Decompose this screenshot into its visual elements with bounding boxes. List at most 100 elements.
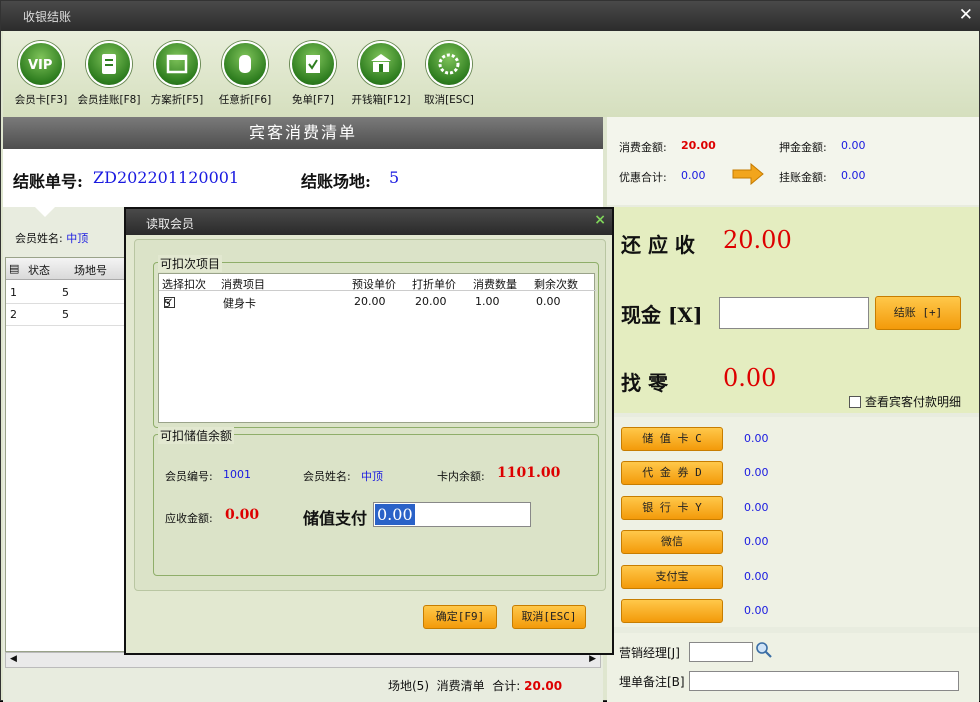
- scroll-left-icon[interactable]: ◀: [10, 654, 17, 664]
- item-name: 健身卡: [223, 297, 256, 310]
- open-cashbox-label: 开钱箱[F12]: [351, 94, 411, 106]
- deposit-label: 押金金额:: [779, 141, 827, 154]
- search-icon[interactable]: [755, 641, 773, 662]
- stored-pay-value: 0.00: [375, 504, 415, 525]
- consume-label: 消费金额:: [619, 141, 667, 154]
- grid-menu-icon[interactable]: ▤: [9, 262, 19, 275]
- cancel-label: 取消[ESC]: [424, 94, 474, 106]
- balance-label: 卡内余额:: [437, 470, 485, 483]
- read-member-dialog: 读取会员 × 可扣次项目 选择扣次 消费项目 预设单价 打折单价 消费数量 剩余…: [124, 207, 614, 655]
- cashbox-icon: [358, 41, 404, 87]
- wechat-button[interactable]: 微信: [621, 530, 723, 554]
- cancel-button[interactable]: 取消[ESC]: [413, 41, 485, 107]
- member-card-button[interactable]: VIP 会员卡[F3]: [5, 41, 77, 107]
- bill-no: ZD202201120001: [93, 168, 240, 187]
- deposit-value: 0.00: [841, 139, 866, 152]
- free-order-label: 免单[F7]: [292, 94, 334, 106]
- cash-input[interactable]: [719, 297, 869, 329]
- col-preset-price: 预设单价: [352, 278, 396, 291]
- bill-info-row: 结账单号: ZD202201120001 结账场地: 5: [3, 149, 603, 207]
- credit-value: 0.00: [841, 169, 866, 182]
- footer-total: 20.00: [524, 679, 563, 693]
- col-status: 状态: [28, 264, 50, 277]
- manager-input[interactable]: [689, 642, 753, 662]
- item-count: 5: [164, 297, 171, 310]
- item-qty: 1.00: [475, 295, 500, 308]
- balance-value: 1101.00: [497, 465, 561, 481]
- other-payment-value: 0.00: [744, 604, 769, 617]
- checkbox-box[interactable]: [849, 396, 861, 408]
- credit-label: 挂账金额:: [779, 171, 827, 184]
- account-icon: [86, 41, 132, 87]
- dialog-receivable-label: 应收金额:: [165, 512, 213, 525]
- footer-total-label: 合计:: [492, 679, 521, 693]
- receivable-label: 还 应 收: [621, 233, 695, 257]
- stored-pay-input[interactable]: 0.00: [373, 502, 531, 527]
- member-card-label: 会员卡[F3]: [14, 94, 68, 106]
- free-order-button[interactable]: 免单[F7]: [277, 41, 349, 107]
- dialog-close-icon[interactable]: ×: [594, 212, 606, 228]
- stored-card-value: 0.00: [744, 432, 769, 445]
- count-items-legend: 可扣次项目: [158, 255, 223, 272]
- cancel-icon: [426, 41, 472, 87]
- free-discount-button[interactable]: 任意折[F6]: [209, 41, 281, 107]
- venue-label: 结账场地:: [301, 172, 371, 191]
- scheme-discount-label: 方案折[F5]: [150, 94, 204, 106]
- bill-header: 宾客消费清单: [3, 117, 603, 149]
- scheme-discount-button[interactable]: 方案折[F5]: [141, 41, 213, 107]
- row-index: 1: [10, 286, 17, 299]
- member-no: 1001: [223, 468, 251, 481]
- payment-panel: 消费金额: 20.00 押金金额: 0.00 优惠合计: 0.00 挂账金额: …: [607, 117, 979, 702]
- dialog-body: 可扣次项目 选择扣次 消费项目 预设单价 打折单价 消费数量 剩余次数 ✓ 5 健…: [134, 239, 606, 591]
- scheme-icon: [154, 41, 200, 87]
- stored-card-button[interactable]: 储 值 卡 C: [621, 427, 723, 451]
- remark-input[interactable]: [689, 671, 959, 691]
- member-no-label: 会员编号:: [165, 470, 213, 483]
- dialog-member-name-label: 会员姓名:: [303, 470, 351, 483]
- payment-detail-checkbox[interactable]: 查看宾客付款明细: [849, 393, 961, 410]
- bill-no-label: 结账单号:: [13, 172, 83, 191]
- manager-label: 营销经理[J]: [619, 646, 680, 660]
- payment-methods: 储 值 卡 C 0.00 代 金 券 D 0.00 银 行 卡 Y 0.00 微…: [607, 417, 979, 627]
- item-discount: 20.00: [415, 295, 447, 308]
- other-payment-button[interactable]: [621, 599, 723, 623]
- col-select: 选择扣次: [162, 278, 206, 291]
- alipay-value: 0.00: [744, 570, 769, 583]
- open-cashbox-button[interactable]: 开钱箱[F12]: [345, 41, 417, 107]
- scroll-right-icon[interactable]: ▶: [589, 654, 596, 664]
- item-preset: 20.00: [354, 295, 386, 308]
- col-quantity: 消费数量: [473, 278, 517, 291]
- row-index: 2: [10, 308, 17, 321]
- alipay-button[interactable]: 支付宝: [621, 565, 723, 589]
- header-notch: [33, 205, 57, 217]
- item-remain: 0.00: [536, 295, 561, 308]
- stored-pay-label: 储值支付: [303, 509, 368, 528]
- col-venue-no: 场地号: [74, 264, 107, 277]
- amount-summary: 消费金额: 20.00 押金金额: 0.00 优惠合计: 0.00 挂账金额: …: [607, 117, 979, 205]
- dialog-member-name: 中顶: [361, 470, 383, 483]
- member-credit-button[interactable]: 会员挂账[F8]: [73, 41, 145, 107]
- list-item[interactable]: ✓ 5 健身卡 20.00 20.00 1.00 0.00: [159, 293, 596, 311]
- row-venue: 5: [62, 286, 69, 299]
- free-discount-label: 任意折[F6]: [218, 94, 272, 106]
- checkout-button[interactable]: 结账 [+]: [875, 296, 961, 330]
- member-info: 会员姓名: 中顶: [15, 230, 88, 246]
- bill-footer: 场地(5) 消费清单 合计: 20.00: [388, 677, 562, 694]
- member-name: 中顶: [66, 232, 89, 245]
- due-section: 还 应 收 20.00 现金 [X] 结账 [+] 找 零 0.00 查看宾客付…: [607, 207, 979, 413]
- discount-value: 0.00: [681, 169, 706, 182]
- list-header: 选择扣次 消费项目 预设单价 打折单价 消费数量 剩余次数: [159, 274, 596, 291]
- title-bar: 收银结账 ✕: [1, 1, 980, 31]
- change-label: 找 零: [621, 371, 668, 395]
- voucher-button[interactable]: 代 金 券 D: [621, 461, 723, 485]
- member-name-label: 会员姓名:: [15, 232, 63, 245]
- bank-card-button[interactable]: 银 行 卡 Y: [621, 496, 723, 520]
- dialog-cancel-button[interactable]: 取消[ESC]: [512, 605, 586, 629]
- stored-balance-legend: 可扣储值余额: [158, 427, 235, 444]
- discount-label: 优惠合计:: [619, 171, 667, 184]
- remark-label: 埋单备注[B]: [619, 675, 685, 689]
- consume-value: 20.00: [681, 139, 716, 152]
- bottom-fields: 营销经理[J] 埋单备注[B]: [607, 633, 979, 702]
- confirm-button[interactable]: 确定[F9]: [423, 605, 497, 629]
- close-window-button[interactable]: ✕: [959, 5, 973, 25]
